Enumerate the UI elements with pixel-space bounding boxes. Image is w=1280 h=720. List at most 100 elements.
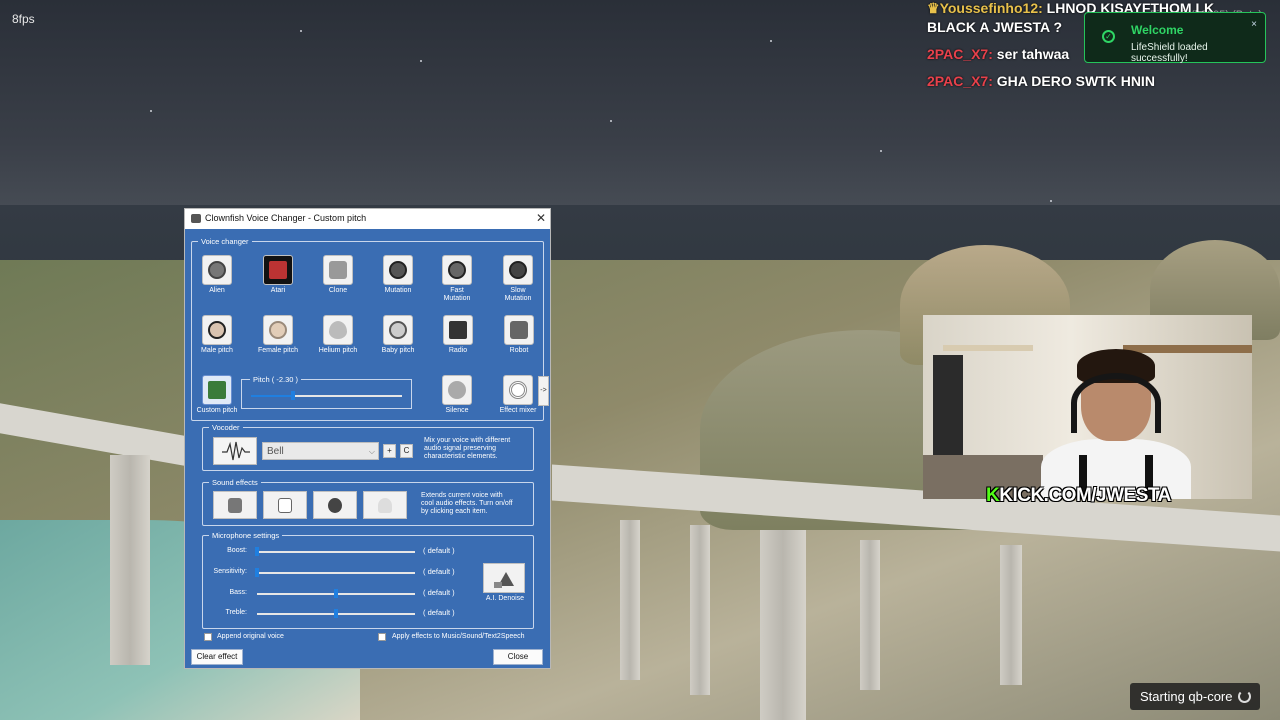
- kick-url: KICK.COM/JWESTA: [999, 485, 1171, 506]
- effect-baby-pitch[interactable]: Baby pitch: [373, 315, 423, 355]
- silence-icon: [442, 375, 472, 405]
- boost-value: ( default ): [423, 546, 455, 555]
- shelf: [1123, 345, 1252, 353]
- sensitivity-value: ( default ): [423, 567, 455, 576]
- bass-slider-thumb[interactable]: [334, 589, 338, 598]
- group-label: Vocoder: [209, 422, 243, 433]
- chat-message: 2PAC_X7: GHA DERO SWTK HNIN: [927, 72, 1155, 90]
- male-pitch-icon: [202, 315, 232, 345]
- effect-label: Clone: [328, 287, 348, 294]
- effect-label: Slow Mutation: [504, 287, 532, 302]
- ai-denoise-button[interactable]: [483, 563, 525, 593]
- effect-label: Mutation: [384, 287, 412, 294]
- effect-fast-mutation[interactable]: Fast Mutation: [432, 255, 482, 303]
- clownfish-window: Clownfish Voice Changer - Custom pitch ✕…: [184, 208, 551, 669]
- star: [150, 110, 152, 112]
- effect-radio[interactable]: Radio: [433, 315, 483, 355]
- append-original-label: Append original voice: [217, 633, 284, 640]
- toast-close-button[interactable]: ×: [1251, 19, 1257, 30]
- waveform-icon[interactable]: [213, 437, 257, 465]
- star: [610, 120, 612, 122]
- vocoder-select[interactable]: Bell ⌵: [262, 442, 379, 460]
- star: [1050, 200, 1052, 202]
- star: [880, 150, 882, 152]
- effect-label: Atari: [270, 287, 286, 294]
- ai-denoise-label: A.I. Denoise: [485, 595, 525, 602]
- baby-pitch-icon: [383, 315, 413, 345]
- chat-text: ser tahwaa: [996, 46, 1070, 62]
- effect-label: Baby pitch: [381, 347, 415, 354]
- female-pitch-icon: [263, 315, 293, 345]
- pitch-slider-thumb[interactable]: [291, 391, 296, 400]
- sensitivity-slider[interactable]: [257, 572, 415, 574]
- close-button[interactable]: Close: [493, 649, 543, 665]
- sensitivity-slider-thumb[interactable]: [255, 568, 259, 577]
- pitch-label: Pitch ( -2.30 ): [250, 375, 302, 384]
- chat-message: 2PAC_X7: ser tahwaa: [927, 45, 1069, 63]
- effect-mixer[interactable]: Effect mixer: [493, 375, 543, 415]
- effect-female-pitch[interactable]: Female pitch: [253, 315, 303, 355]
- spinner-icon: [1238, 690, 1251, 703]
- mutation-icon: [383, 255, 413, 285]
- chat-message: BLACK A JWESTA ?: [927, 18, 1062, 36]
- effect-atari[interactable]: Atari: [253, 255, 303, 295]
- slow-mutation-icon: [503, 255, 533, 285]
- clear-effect-button[interactable]: Clear effect: [191, 649, 243, 665]
- description-line: audio signal preserving: [424, 445, 496, 452]
- boost-slider-thumb[interactable]: [255, 547, 259, 556]
- effect-label: Silence: [445, 407, 469, 414]
- window-close-button[interactable]: ✕: [536, 211, 546, 225]
- atari-icon: [263, 255, 293, 285]
- robot-icon: [504, 315, 534, 345]
- app-icon: [191, 214, 201, 223]
- effect-slow-mutation[interactable]: Slow Mutation: [493, 255, 543, 303]
- bridge-pillar: [620, 520, 640, 680]
- custom-pitch-icon: [202, 375, 232, 405]
- effect-mutation[interactable]: Mutation: [373, 255, 423, 295]
- sfx-crowd-button[interactable]: [313, 491, 357, 519]
- effect-label: Robot: [509, 347, 529, 354]
- bridge-pillar: [690, 525, 710, 695]
- effect-custom-pitch[interactable]: Custom pitch: [192, 375, 242, 415]
- star: [420, 60, 422, 62]
- description-line: cool audio effects. Turn on/off: [421, 500, 513, 507]
- apply-effects-checkbox[interactable]: [378, 633, 386, 641]
- vocoder-clear-button[interactable]: C: [400, 444, 413, 458]
- effect-male-pitch[interactable]: Male pitch: [192, 315, 242, 355]
- sfx-ghost-button[interactable]: [363, 491, 407, 519]
- vocoder-description: Mix your voice with different audio sign…: [424, 437, 510, 461]
- sfx-church-button[interactable]: [213, 491, 257, 519]
- chat-username: 2PAC_X7:: [927, 73, 993, 89]
- effect-label: Radio: [448, 347, 468, 354]
- effect-label: Helium pitch: [318, 347, 358, 354]
- effect-robot[interactable]: Robot: [494, 315, 544, 355]
- append-original-checkbox[interactable]: [204, 633, 212, 641]
- more-effects-button[interactable]: ->: [538, 376, 549, 406]
- sfx-stadium-button[interactable]: [263, 491, 307, 519]
- headset: [1071, 373, 1161, 433]
- bridge-pillar: [110, 455, 150, 665]
- fast-mutation-icon: [442, 255, 472, 285]
- pitch-group: Pitch ( -2.30 ): [241, 375, 412, 409]
- effect-clone[interactable]: Clone: [313, 255, 363, 295]
- toast-title: Welcome: [1131, 23, 1184, 37]
- effect-label: Alien: [209, 287, 225, 294]
- streamer: [1041, 349, 1191, 499]
- boost-slider[interactable]: [257, 551, 415, 553]
- vocoder-add-button[interactable]: +: [383, 444, 396, 458]
- effect-silence[interactable]: Silence: [432, 375, 482, 415]
- bridge-pillar: [860, 540, 880, 690]
- toast-message: LifeShield loaded successfully!: [1131, 42, 1208, 64]
- crowd-icon: [328, 498, 342, 513]
- treble-slider-thumb[interactable]: [334, 609, 338, 618]
- boost-label: Boost:: [227, 547, 247, 554]
- group-label: Voice changer: [198, 236, 252, 247]
- bridge-pillar: [1000, 545, 1022, 685]
- welcome-toast: ✓ Welcome LifeShield loaded successfully…: [1084, 12, 1266, 64]
- effect-label: Female pitch: [257, 347, 299, 354]
- title-bar[interactable]: Clownfish Voice Changer - Custom pitch ✕: [185, 209, 550, 229]
- effect-helium-pitch[interactable]: Helium pitch: [313, 315, 363, 355]
- effect-label: Male pitch: [201, 347, 233, 354]
- effect-alien[interactable]: Alien: [192, 255, 242, 295]
- sensitivity-label: Sensitivity:: [213, 568, 247, 575]
